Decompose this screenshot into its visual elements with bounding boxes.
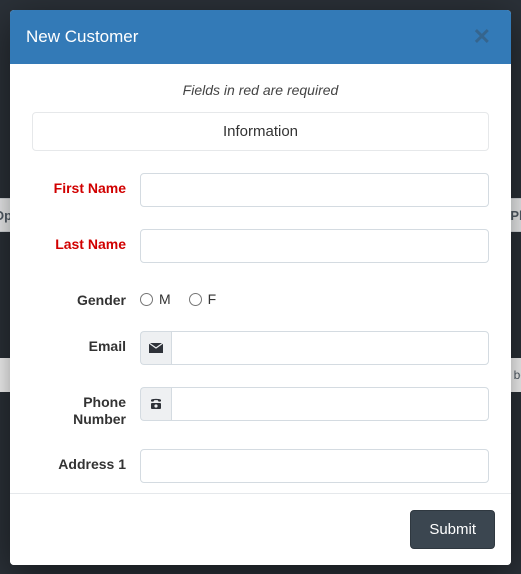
row-phone: Phone Number	[32, 387, 489, 428]
row-address-1: Address 1	[32, 449, 489, 483]
gender-option-f[interactable]: F	[189, 291, 217, 307]
modal-footer: Submit	[10, 493, 511, 565]
gender-label-f: F	[208, 291, 217, 307]
modal-title: New Customer	[26, 27, 469, 47]
label-address-1: Address 1	[32, 449, 140, 473]
gender-radio-group: M F	[140, 285, 489, 307]
phone-number-field[interactable]	[171, 387, 489, 421]
label-first-name: First Name	[32, 173, 140, 197]
modal-scroll[interactable]: Fields in red are required Information F…	[10, 64, 511, 493]
phone-icon	[140, 387, 171, 421]
modal-body: Fields in red are required Information F…	[10, 64, 511, 493]
label-email: Email	[32, 331, 140, 355]
envelope-icon	[140, 331, 171, 365]
new-customer-modal: New Customer ✕ Fields in red are require…	[10, 10, 511, 565]
label-last-name: Last Name	[32, 229, 140, 253]
gender-radio-f[interactable]	[189, 293, 202, 306]
required-hint: Fields in red are required	[32, 82, 489, 98]
tab-information-label: Information	[33, 113, 488, 150]
email-field[interactable]	[171, 331, 489, 365]
submit-button[interactable]: Submit	[410, 510, 495, 549]
gender-option-m[interactable]: M	[140, 291, 171, 307]
bg-col-right: Ph	[510, 208, 521, 223]
label-gender: Gender	[32, 285, 140, 309]
last-name-field[interactable]	[140, 229, 489, 263]
gender-label-m: M	[159, 291, 171, 307]
row-last-name: Last Name	[32, 229, 489, 263]
gender-radio-m[interactable]	[140, 293, 153, 306]
close-icon[interactable]: ✕	[469, 22, 495, 52]
row-email: Email	[32, 331, 489, 365]
bg-row-right: bo	[514, 368, 521, 382]
first-name-field[interactable]	[140, 173, 489, 207]
address-1-field[interactable]	[140, 449, 489, 483]
row-first-name: First Name	[32, 173, 489, 207]
modal-header: New Customer ✕	[10, 10, 511, 64]
label-phone: Phone Number	[32, 387, 140, 428]
tab-information[interactable]: Information	[32, 112, 489, 151]
row-gender: Gender M F	[32, 285, 489, 309]
